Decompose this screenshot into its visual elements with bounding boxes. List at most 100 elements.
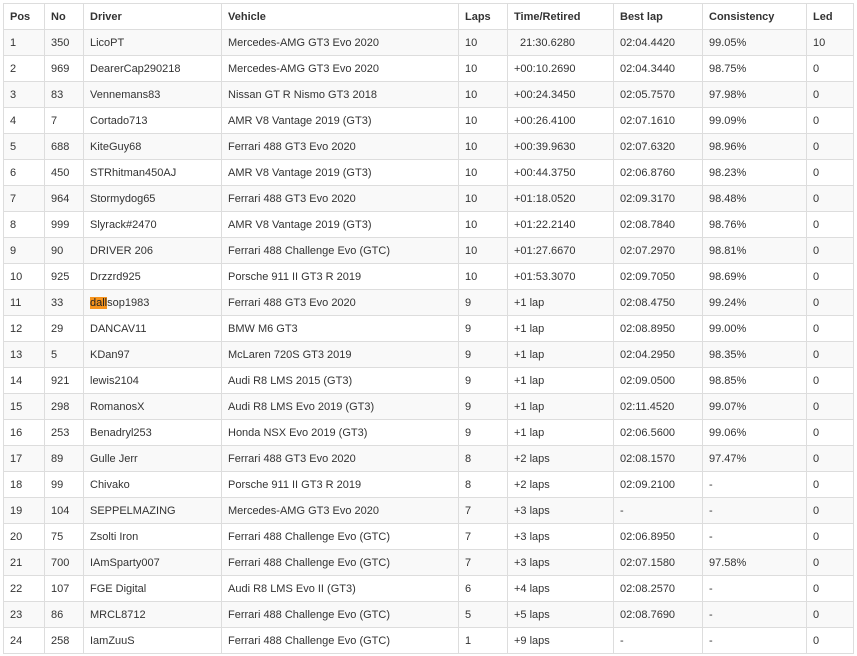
cell-time-retired: +1 lap <box>507 341 614 368</box>
cell-pos: 17 <box>3 445 45 472</box>
header-led[interactable]: Led <box>806 3 854 30</box>
cell-car-number: 921 <box>44 367 84 394</box>
table-row: 21 700 IAmSparty007 Ferrari 488 Challenge E… <box>3 549 854 576</box>
table-row: 3 83 Vennemans83 Nissan GT R Nismo GT3 2018… <box>3 81 854 108</box>
cell-time-retired: +00:24.3450 <box>507 81 614 108</box>
header-pos[interactable]: Pos <box>3 3 45 30</box>
cell-consistency: - <box>702 523 807 550</box>
cell-vehicle: AMR V8 Vantage 2019 (GT3) <box>221 159 459 186</box>
cell-best-lap: 02:08.4750 <box>613 289 703 316</box>
cell-driver: lewis2104 <box>83 367 222 394</box>
cell-best-lap: 02:07.1580 <box>613 549 703 576</box>
cell-vehicle: Ferrari 488 Challenge Evo (GTC) <box>221 237 459 264</box>
cell-car-number: 969 <box>44 55 84 82</box>
cell-pos: 23 <box>3 601 45 628</box>
cell-laps: 6 <box>458 575 508 602</box>
cell-car-number: 253 <box>44 419 84 446</box>
table-row: 24 258 IamZuuS Ferrari 488 Challenge Evo (G… <box>3 627 854 654</box>
cell-laps: 9 <box>458 341 508 368</box>
cell-best-lap: 02:04.2950 <box>613 341 703 368</box>
cell-laps: 10 <box>458 107 508 134</box>
cell-driver: Vennemans83 <box>83 81 222 108</box>
cell-led: 0 <box>806 315 854 342</box>
cell-vehicle: Mercedes-AMG GT3 Evo 2020 <box>221 55 459 82</box>
cell-vehicle: Audi R8 LMS Evo II (GT3) <box>221 575 459 602</box>
cell-pos: 15 <box>3 393 45 420</box>
cell-vehicle: Ferrari 488 GT3 Evo 2020 <box>221 185 459 212</box>
header-best-lap[interactable]: Best lap <box>613 3 703 30</box>
cell-vehicle: Audi R8 LMS 2015 (GT3) <box>221 367 459 394</box>
table-row: 2 969 DearerCap290218 Mercedes-AMG GT3 Evo … <box>3 55 854 82</box>
cell-led: 0 <box>806 341 854 368</box>
cell-vehicle: Ferrari 488 Challenge Evo (GTC) <box>221 523 459 550</box>
cell-vehicle: Mercedes-AMG GT3 Evo 2020 <box>221 29 459 56</box>
header-no[interactable]: No <box>44 3 84 30</box>
cell-best-lap: 02:09.2100 <box>613 471 703 498</box>
cell-driver: Slyrack#2470 <box>83 211 222 238</box>
cell-driver: dallsop1983 <box>83 289 222 316</box>
cell-driver: IAmSparty007 <box>83 549 222 576</box>
cell-car-number: 350 <box>44 29 84 56</box>
header-time-retired[interactable]: Time/Retired <box>507 3 614 30</box>
cell-best-lap: 02:06.5600 <box>613 419 703 446</box>
cell-driver: LicoPT <box>83 29 222 56</box>
cell-time-retired: +00:26.4100 <box>507 107 614 134</box>
cell-consistency: 99.07% <box>702 393 807 420</box>
cell-pos: 14 <box>3 367 45 394</box>
cell-led: 0 <box>806 159 854 186</box>
cell-led: 10 <box>806 29 854 56</box>
cell-time-retired: +00:10.2690 <box>507 55 614 82</box>
cell-vehicle: Ferrari 488 Challenge Evo (GTC) <box>221 627 459 654</box>
cell-laps: 1 <box>458 627 508 654</box>
header-vehicle[interactable]: Vehicle <box>221 3 459 30</box>
cell-laps: 8 <box>458 445 508 472</box>
cell-best-lap: 02:05.7570 <box>613 81 703 108</box>
cell-car-number: 700 <box>44 549 84 576</box>
cell-vehicle: McLaren 720S GT3 2019 <box>221 341 459 368</box>
cell-led: 0 <box>806 367 854 394</box>
cell-led: 0 <box>806 107 854 134</box>
cell-time-retired: +00:39.9630 <box>507 133 614 160</box>
cell-laps: 10 <box>458 133 508 160</box>
cell-car-number: 89 <box>44 445 84 472</box>
cell-laps: 5 <box>458 601 508 628</box>
cell-car-number: 107 <box>44 575 84 602</box>
cell-pos: 11 <box>3 289 45 316</box>
cell-led: 0 <box>806 55 854 82</box>
cell-driver: Drzzrd925 <box>83 263 222 290</box>
results-body: 1 350 LicoPT Mercedes-AMG GT3 Evo 2020 10 21:… <box>3 29 854 654</box>
cell-laps: 10 <box>458 185 508 212</box>
cell-consistency: 99.09% <box>702 107 807 134</box>
table-row: 15 298 RomanosX Audi R8 LMS Evo 2019 (GT3) 9… <box>3 393 854 420</box>
cell-best-lap: 02:04.4420 <box>613 29 703 56</box>
cell-best-lap: 02:08.7840 <box>613 211 703 238</box>
header-consistency[interactable]: Consistency <box>702 3 807 30</box>
cell-vehicle: Porsche 911 II GT3 R 2019 <box>221 471 459 498</box>
cell-car-number: 90 <box>44 237 84 264</box>
cell-best-lap: 02:06.8760 <box>613 159 703 186</box>
cell-pos: 7 <box>3 185 45 212</box>
cell-laps: 8 <box>458 471 508 498</box>
cell-vehicle: Ferrari 488 GT3 Evo 2020 <box>221 133 459 160</box>
cell-driver: SEPPELMAZING <box>83 497 222 524</box>
cell-laps: 9 <box>458 367 508 394</box>
cell-consistency: - <box>702 627 807 654</box>
cell-pos: 8 <box>3 211 45 238</box>
cell-pos: 21 <box>3 549 45 576</box>
cell-led: 0 <box>806 393 854 420</box>
cell-consistency: - <box>702 575 807 602</box>
cell-laps: 10 <box>458 237 508 264</box>
cell-laps: 7 <box>458 549 508 576</box>
table-row: 19 104 SEPPELMAZING Mercedes-AMG GT3 Evo 20… <box>3 497 854 524</box>
cell-vehicle: AMR V8 Vantage 2019 (GT3) <box>221 107 459 134</box>
cell-consistency: - <box>702 601 807 628</box>
header-laps[interactable]: Laps <box>458 3 508 30</box>
header-driver[interactable]: Driver <box>83 3 222 30</box>
cell-consistency: 99.05% <box>702 29 807 56</box>
table-row: 10 925 Drzzrd925 Porsche 911 II GT3 R 2019 1… <box>3 263 854 290</box>
cell-pos: 12 <box>3 315 45 342</box>
cell-best-lap: 02:07.1610 <box>613 107 703 134</box>
cell-pos: 18 <box>3 471 45 498</box>
cell-best-lap: 02:09.7050 <box>613 263 703 290</box>
cell-laps: 10 <box>458 55 508 82</box>
